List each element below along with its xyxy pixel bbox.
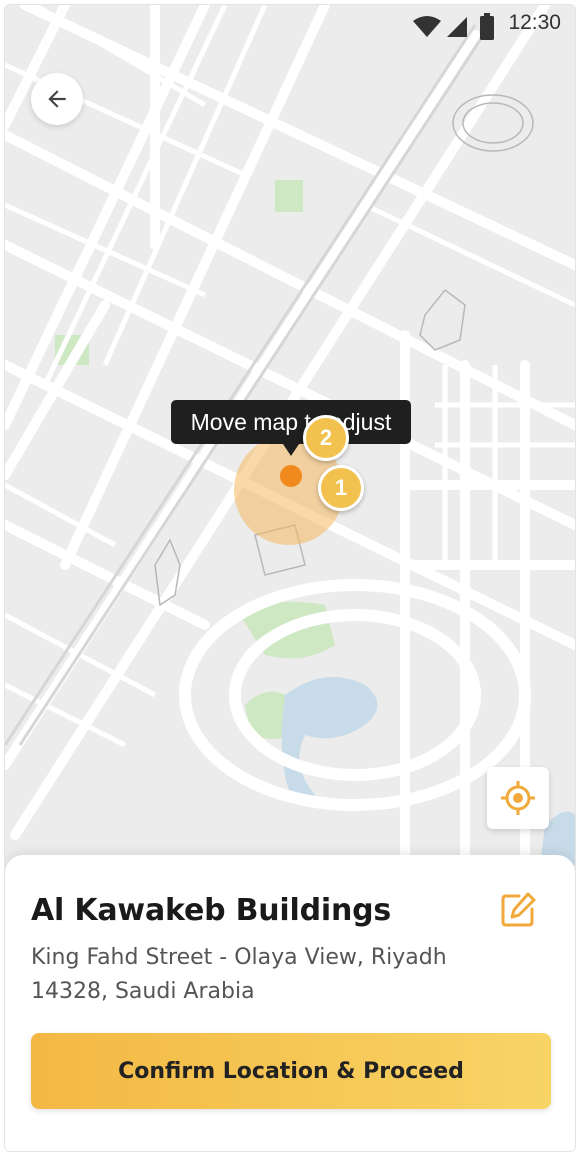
status-time: 12:30	[508, 11, 561, 34]
tooltip-tail	[283, 444, 299, 456]
back-button[interactable]	[31, 73, 83, 125]
place-name: Al Kawakeb Buildings	[31, 893, 392, 928]
edit-icon	[501, 892, 536, 927]
edit-location-button[interactable]	[499, 891, 537, 929]
signal-icon	[447, 17, 467, 37]
status-bar: 12:30	[5, 5, 575, 45]
location-sheet: Al Kawakeb Buildings King Fahd Street - …	[5, 855, 575, 1151]
crosshair-icon	[501, 781, 535, 815]
wifi-icon	[413, 16, 441, 37]
adjust-tooltip: Move map to adjust	[171, 400, 411, 444]
battery-icon	[480, 13, 494, 40]
map-badge-1: 1	[318, 465, 364, 511]
map-badge-2: 2	[303, 415, 349, 461]
place-address: King Fahd Street - Olaya View, Riyadh 14…	[31, 945, 447, 1004]
confirm-location-button[interactable]: Confirm Location & Proceed	[31, 1033, 551, 1109]
my-location-button[interactable]	[487, 767, 549, 829]
location-pin[interactable]	[280, 465, 302, 487]
arrow-left-icon	[48, 90, 66, 108]
app-frame: 12:30 Move map to adjust 2 1 Al Kawakeb …	[4, 4, 576, 1152]
